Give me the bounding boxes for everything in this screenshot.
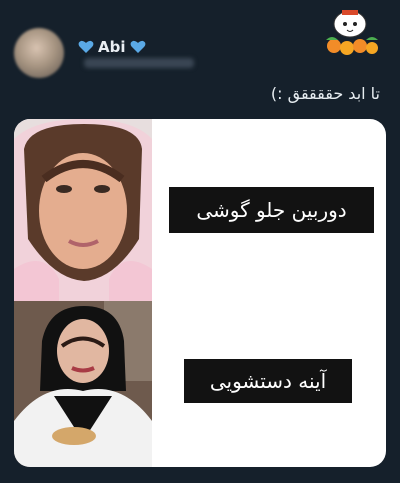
- front-camera-label: دوربین جلو گوشی: [169, 187, 374, 233]
- avatar[interactable]: [14, 28, 64, 78]
- bathroom-mirror-photo: [14, 301, 152, 467]
- bathroom-mirror-label: آینه دستشویی: [184, 359, 352, 403]
- heart-icon: [130, 40, 145, 53]
- author-name[interactable]: Abi: [98, 38, 126, 56]
- blurred-handle: [84, 58, 194, 68]
- cat-sticker-icon: [326, 10, 378, 55]
- heart-icon: [78, 40, 94, 53]
- author-row: Abi: [78, 38, 146, 56]
- front-camera-photo: [14, 119, 152, 301]
- tweet-media[interactable]: دوربین جلو گوشی آینه دستشویی: [14, 119, 386, 467]
- tweet-text: تا ابد حققققق :): [270, 84, 380, 103]
